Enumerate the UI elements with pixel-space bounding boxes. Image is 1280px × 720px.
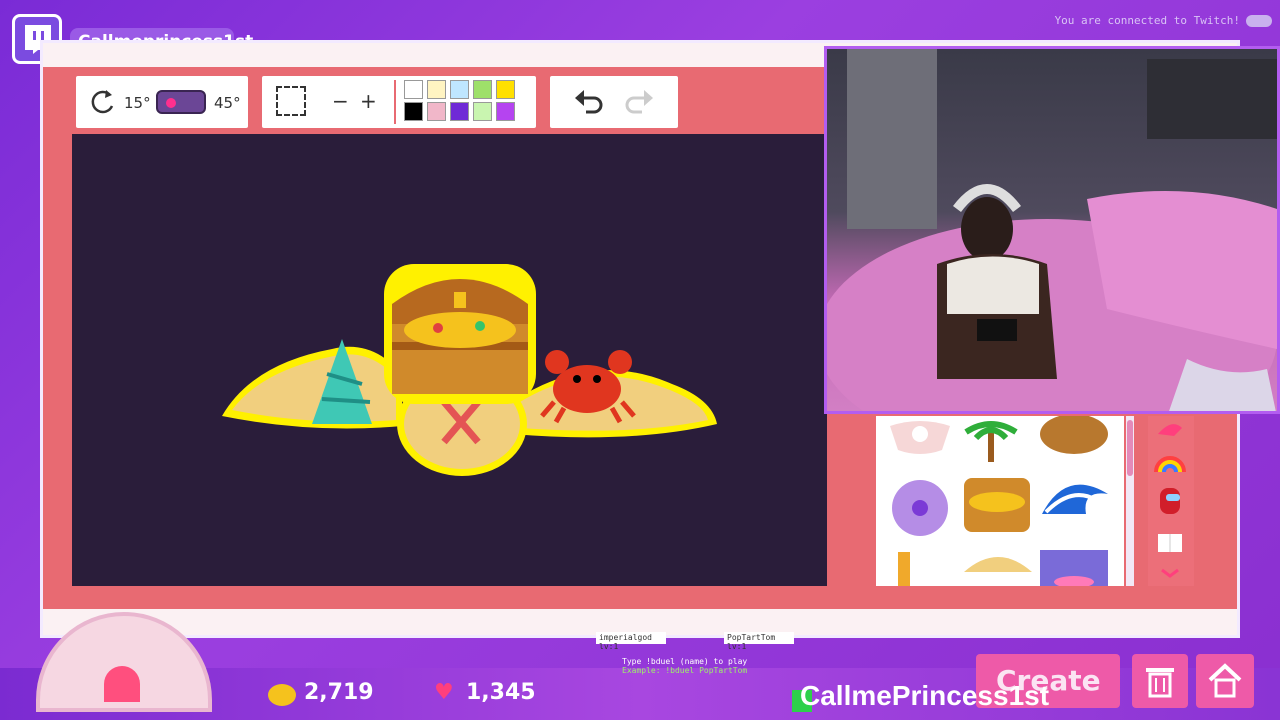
- streamer-video: [827, 49, 1277, 411]
- history-toolbar: [550, 76, 678, 128]
- trash-button[interactable]: [1132, 654, 1188, 708]
- zoom-out-button[interactable]: −: [332, 89, 349, 113]
- redo-icon[interactable]: [622, 84, 656, 122]
- rotation-toolbar: 15° 45°: [76, 76, 248, 128]
- hat-sticker-icon[interactable]: [1158, 424, 1182, 436]
- coin-icon: [268, 684, 296, 706]
- gauge-needle-icon: [104, 666, 140, 702]
- trash-icon: [1144, 664, 1176, 702]
- sticker-tray: [876, 414, 1124, 588]
- candle-sticker[interactable]: [898, 552, 910, 586]
- tray-scrollbar[interactable]: [1126, 416, 1134, 586]
- player2-name: PopTartTom lv:1: [727, 633, 776, 651]
- coconut-sticker[interactable]: [1040, 414, 1108, 454]
- color-swatch[interactable]: [496, 102, 515, 121]
- drawing-canvas[interactable]: [72, 134, 827, 586]
- color-swatch[interactable]: [473, 102, 492, 121]
- crewmate-icon[interactable]: [1160, 488, 1180, 514]
- duel-instruction: Type !bduel (name) to play: [622, 657, 748, 666]
- category-icons: [1154, 424, 1186, 578]
- connection-status: You are connected to Twitch!: [1054, 14, 1240, 27]
- color-swatch[interactable]: [404, 80, 423, 99]
- coin-count: 2,719: [304, 680, 374, 705]
- treasure-chest-sticker: [384, 264, 536, 404]
- palm-tree-sticker[interactable]: [964, 421, 1018, 462]
- rotate-left-label: 15°: [124, 94, 151, 112]
- undo-icon[interactable]: [572, 84, 606, 122]
- home-icon: [1206, 662, 1244, 704]
- shell-sticker[interactable]: [890, 421, 950, 454]
- zoom-in-button[interactable]: +: [360, 89, 377, 113]
- color-palette: [404, 80, 524, 124]
- home-button[interactable]: [1196, 654, 1254, 708]
- color-swatch[interactable]: [450, 80, 469, 99]
- webcam-feed: [824, 46, 1280, 414]
- slider-handle[interactable]: [166, 98, 176, 108]
- player2-card: PopTartTom lv:1: [724, 632, 794, 651]
- duel-example: Example: !bduel PopTartTom: [622, 666, 748, 675]
- wave-sticker[interactable]: [1042, 484, 1108, 514]
- sunset-sticker[interactable]: [1040, 550, 1108, 588]
- rotate-right-label: 45°: [214, 94, 241, 112]
- status-toggle: [1246, 15, 1272, 27]
- player1-name: imperialgod lv:1: [599, 633, 652, 651]
- select-box-icon[interactable]: [276, 86, 306, 116]
- scroll-down-icon[interactable]: [1161, 568, 1179, 578]
- select-palette-toolbar: − +: [262, 76, 536, 128]
- heart-count: 1,345: [466, 680, 536, 705]
- category-sidebar: [1148, 416, 1194, 586]
- rotation-slider[interactable]: [156, 90, 206, 114]
- color-swatch[interactable]: [427, 102, 446, 121]
- toolbar-divider: [394, 80, 396, 124]
- heart-icon: ♥: [434, 680, 454, 705]
- color-swatch[interactable]: [404, 102, 423, 121]
- hibiscus-sticker[interactable]: [892, 480, 948, 536]
- treasure-chest-sticker[interactable]: [964, 478, 1030, 532]
- sand-mound-left: [222, 346, 402, 429]
- color-swatch[interactable]: [427, 80, 446, 99]
- rotate-icon[interactable]: [88, 86, 118, 120]
- color-swatch[interactable]: [496, 80, 515, 99]
- color-swatch[interactable]: [473, 80, 492, 99]
- book-icon[interactable]: [1158, 534, 1182, 552]
- color-swatch[interactable]: [450, 102, 469, 121]
- streamer-handle: CallmePrincess1st: [800, 680, 1050, 711]
- rainbow-icon[interactable]: [1154, 456, 1186, 473]
- composition-artwork: [222, 264, 717, 476]
- scrollbar-thumb[interactable]: [1127, 420, 1133, 476]
- sticker-grid: [890, 414, 1108, 588]
- sand-sticker[interactable]: [964, 557, 1032, 572]
- player1-card: imperialgod lv:1: [596, 632, 666, 651]
